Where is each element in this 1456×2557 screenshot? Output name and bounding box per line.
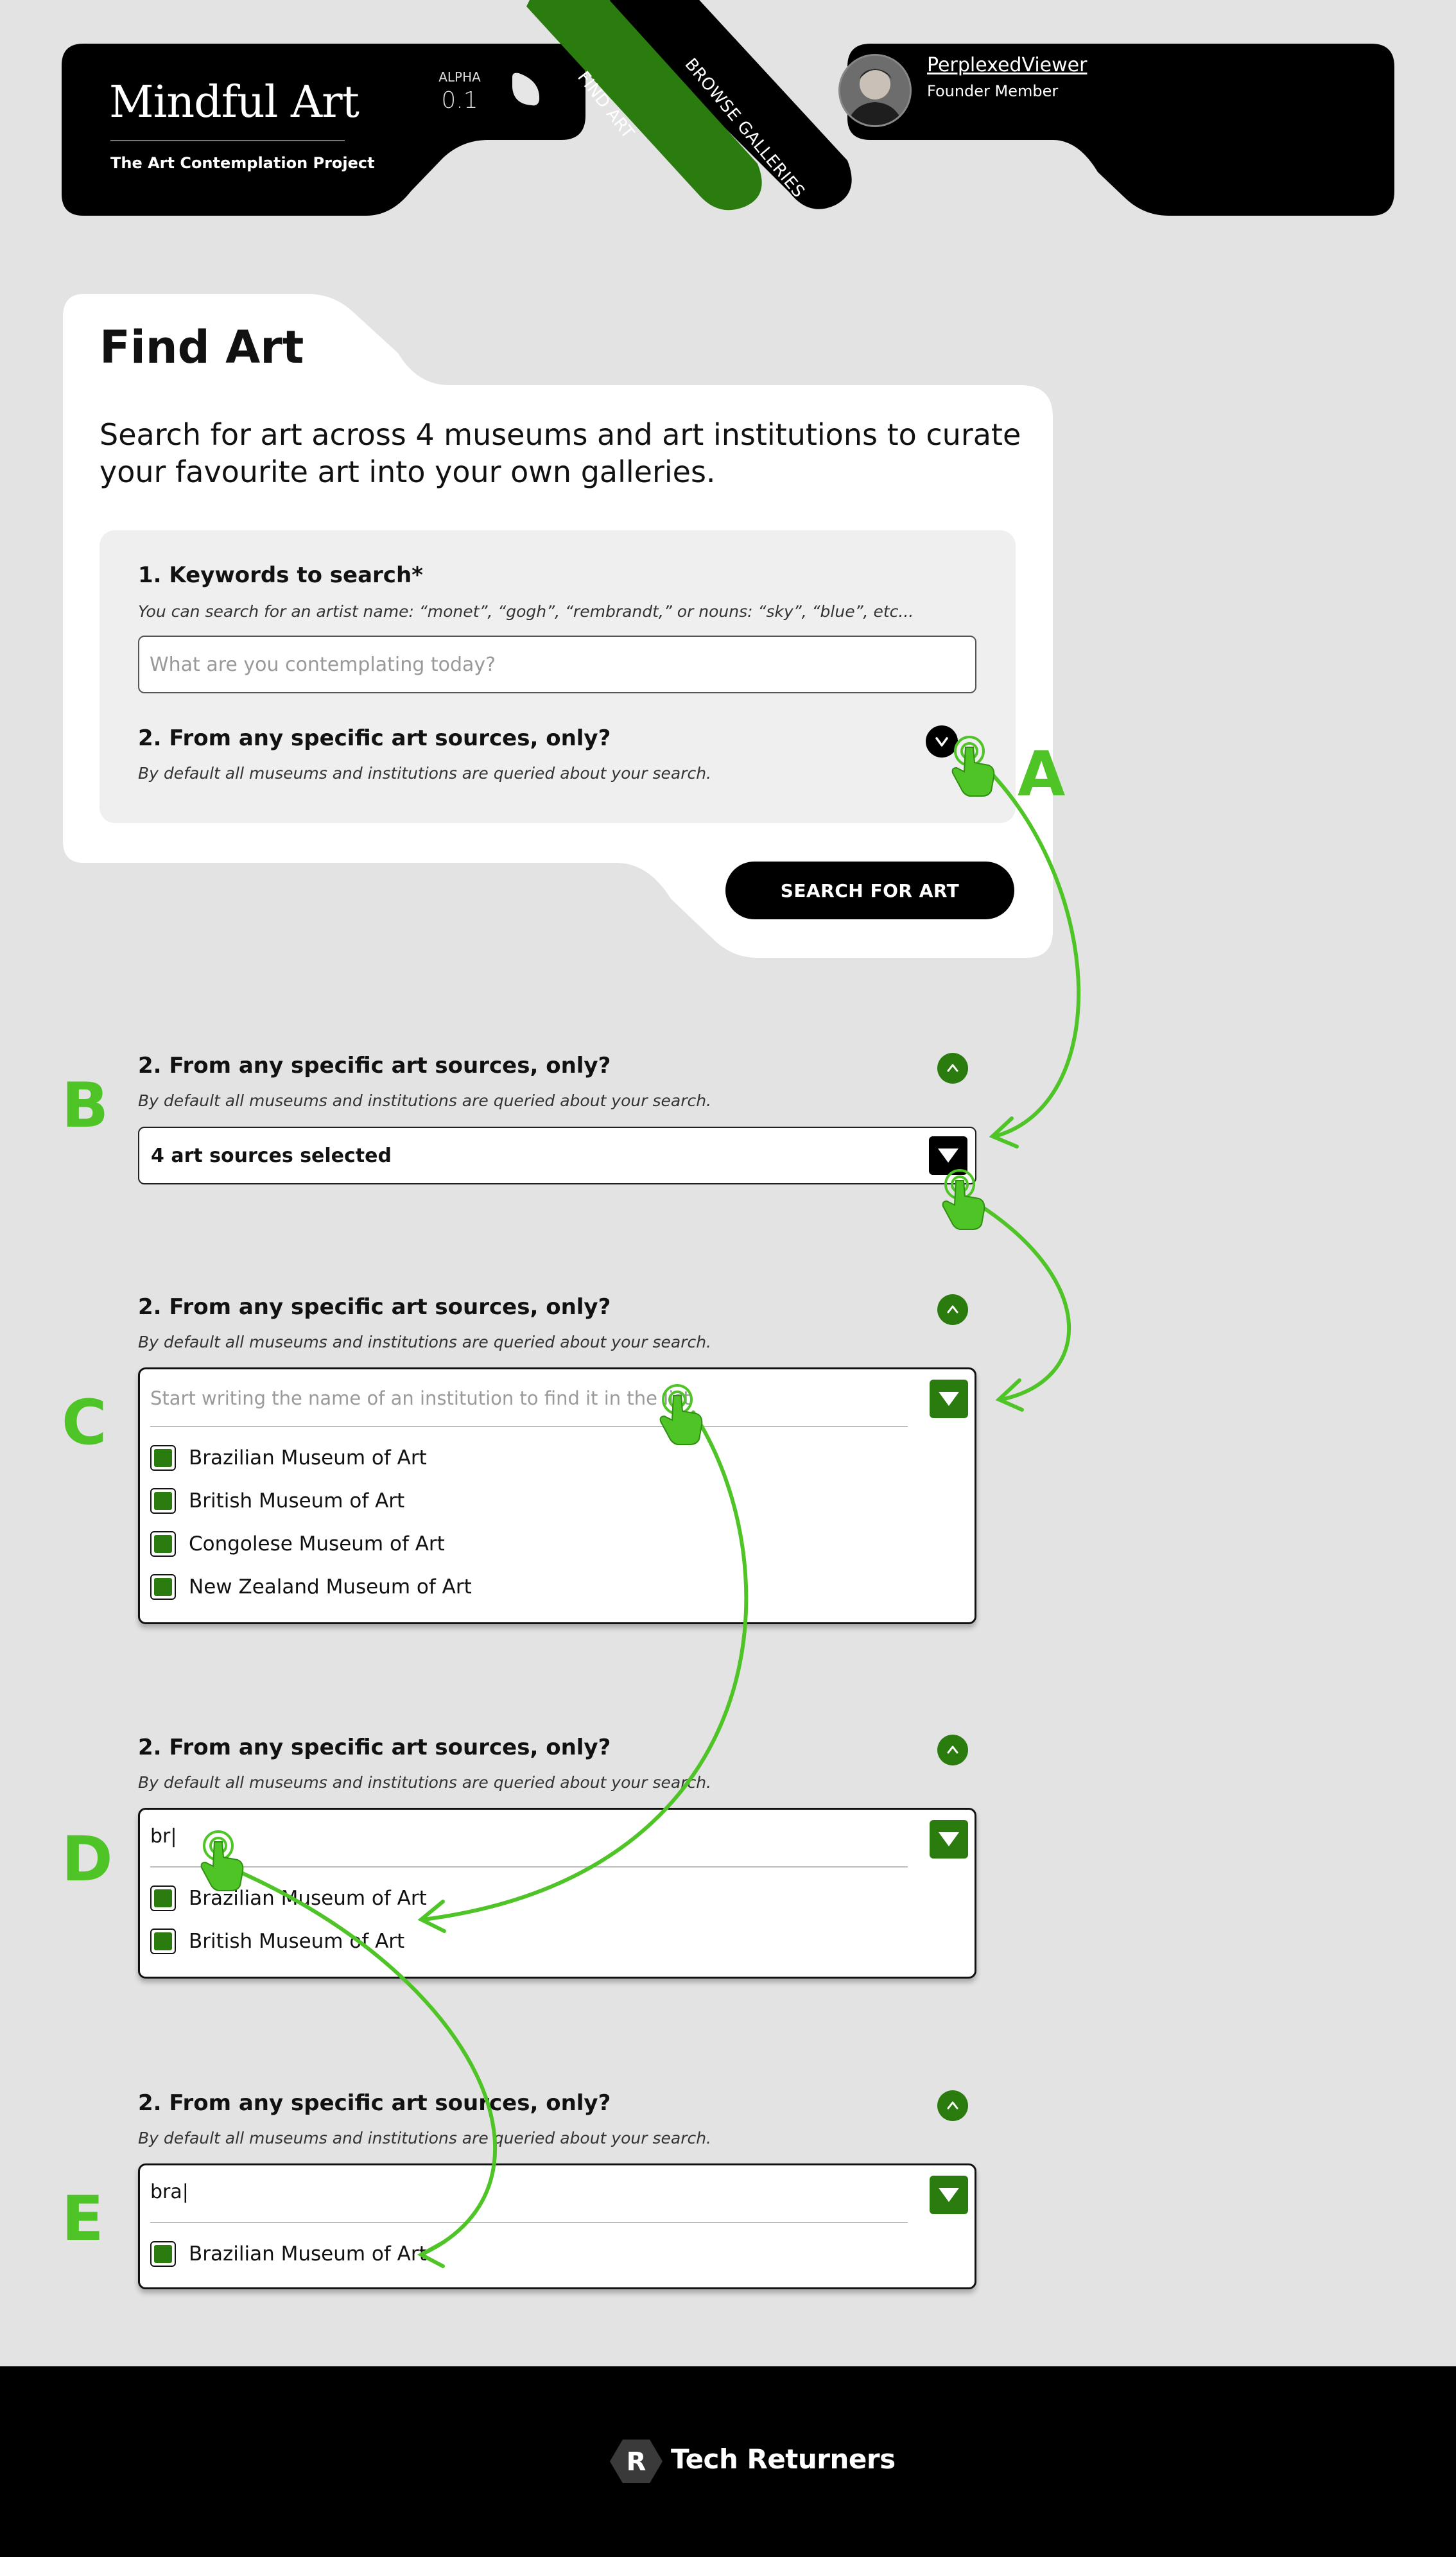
brand-subtitle: The Art Contemplation Project — [110, 154, 375, 172]
option-label: Brazilian Museum of Art — [189, 1446, 427, 1469]
question-keywords-title: 1. Keywords to search* — [138, 562, 423, 588]
page-title: Find Art — [100, 321, 304, 374]
filter-underline — [150, 2222, 908, 2223]
caret-down-icon — [939, 1832, 959, 1846]
username-link[interactable]: PerplexedViewer — [927, 54, 1087, 76]
step-letter-c: C — [62, 1387, 107, 1459]
option-checkbox[interactable] — [150, 2241, 176, 2267]
option-checkbox[interactable] — [150, 1885, 176, 1911]
option-label: Brazilian Museum of Art — [189, 1887, 427, 1910]
option-label: Brazilian Museum of Art — [189, 2242, 427, 2266]
step-d-hint: By default all museums and institutions … — [138, 1773, 712, 1792]
avatar[interactable] — [838, 54, 912, 127]
step-c-collapse-button[interactable] — [937, 1294, 968, 1325]
sources-toggle-button[interactable] — [926, 725, 958, 758]
option-row[interactable]: Brazilian Museum of Art — [150, 2241, 427, 2267]
footer: R Tech Returners — [0, 2366, 1456, 2557]
step-letter-b: B — [62, 1070, 109, 1141]
brand-title[interactable]: Mindful Art — [109, 77, 360, 128]
option-checkbox[interactable] — [150, 1929, 176, 1954]
version-number: 0.1 — [441, 87, 478, 114]
institution-filter-input[interactable]: Start writing the name of an institution… — [150, 1387, 691, 1409]
step-c-hint: By default all museums and institutions … — [138, 1333, 712, 1351]
step-c-title: 2. From any specific art sources, only? — [138, 1294, 611, 1320]
institution-filter-input[interactable]: bra| — [150, 2181, 189, 2203]
chevron-up-icon — [947, 1746, 958, 1754]
option-row[interactable]: Congolese Museum of Art — [150, 1531, 445, 1557]
intro-text: Search for art across 4 museums and art … — [100, 417, 1021, 489]
option-checkbox[interactable] — [150, 1531, 176, 1557]
sources-dropdown-button[interactable] — [930, 2176, 968, 2214]
question-sources-hint: By default all museums and institutions … — [138, 764, 712, 783]
step-b-collapse-button[interactable] — [937, 1053, 968, 1084]
brand-divider — [110, 140, 345, 141]
option-row[interactable]: British Museum of Art — [150, 1929, 404, 1954]
option-row[interactable]: New Zealand Museum of Art — [150, 1574, 472, 1600]
sources-dropdown-button[interactable] — [929, 1136, 967, 1175]
option-label: New Zealand Museum of Art — [189, 1575, 472, 1599]
option-label: Congolese Museum of Art — [189, 1532, 445, 1556]
svg-text:R: R — [627, 2447, 646, 2477]
step-e-hint: By default all museums and institutions … — [138, 2129, 712, 2147]
option-row[interactable]: Brazilian Museum of Art — [150, 1445, 427, 1471]
step-letter-e: E — [62, 2183, 104, 2255]
step-letter-d: D — [62, 1823, 113, 1895]
step-b-hint: By default all museums and institutions … — [138, 1091, 712, 1110]
caret-down-icon — [939, 1392, 959, 1406]
chevron-up-icon — [947, 1064, 958, 1072]
arrow-b-to-c — [980, 1205, 1071, 1401]
chevron-up-icon — [947, 1305, 958, 1313]
question-keywords-hint: You can search for an artist name: “mone… — [138, 602, 914, 621]
question-sources-title: 2. From any specific art sources, only? — [138, 725, 611, 751]
option-checkbox[interactable] — [150, 1574, 176, 1600]
option-checkbox[interactable] — [150, 1445, 176, 1471]
option-label: British Museum of Art — [189, 1489, 405, 1513]
sources-select[interactable]: 4 art sources selected — [138, 1127, 976, 1184]
caret-down-icon — [938, 1148, 958, 1163]
chevron-down-icon — [935, 737, 948, 747]
sources-dropdown-panel: bra| Brazilian Museum of Art — [138, 2163, 976, 2289]
step-letter-a: A — [1018, 738, 1066, 810]
header: Mindful Art The Art Contemplation Projec… — [0, 0, 1456, 231]
step-e-title: 2. From any specific art sources, only? — [138, 2090, 611, 2116]
search-button[interactable]: SEARCH FOR ART — [725, 862, 1014, 919]
sources-dropdown-panel: Start writing the name of an institution… — [138, 1367, 976, 1624]
option-checkbox[interactable] — [150, 1488, 176, 1514]
step-d-title: 2. From any specific art sources, only? — [138, 1735, 611, 1760]
option-label: British Museum of Art — [189, 1930, 405, 1953]
sources-dropdown-panel: br| Brazilian Museum of Art British Muse… — [138, 1808, 976, 1979]
step-e-collapse-button[interactable] — [937, 2090, 968, 2121]
footer-brand[interactable]: Tech Returners — [671, 2443, 896, 2475]
chevron-up-icon — [947, 2101, 958, 2110]
nav-tabs — [526, 0, 852, 211]
option-row[interactable]: Brazilian Museum of Art — [150, 1885, 427, 1911]
filter-underline — [150, 1426, 908, 1427]
keywords-input[interactable] — [138, 636, 976, 693]
user-title: Founder Member — [927, 82, 1059, 100]
sources-dropdown-button[interactable] — [930, 1380, 968, 1418]
step-d-collapse-button[interactable] — [937, 1735, 968, 1765]
filter-underline — [150, 1866, 908, 1868]
caret-down-icon — [939, 2188, 959, 2202]
version-label: ALPHA — [438, 69, 481, 85]
sources-dropdown-button[interactable] — [930, 1820, 968, 1859]
user-panel — [847, 44, 1394, 216]
user-avatar-icon — [840, 56, 910, 125]
tech-returners-logo-icon: R — [610, 2440, 663, 2483]
institution-filter-input[interactable]: br| — [150, 1825, 177, 1848]
step-b-title: 2. From any specific art sources, only? — [138, 1053, 611, 1079]
sources-select-value: 4 art sources selected — [151, 1145, 392, 1167]
option-row[interactable]: British Museum of Art — [150, 1488, 404, 1514]
